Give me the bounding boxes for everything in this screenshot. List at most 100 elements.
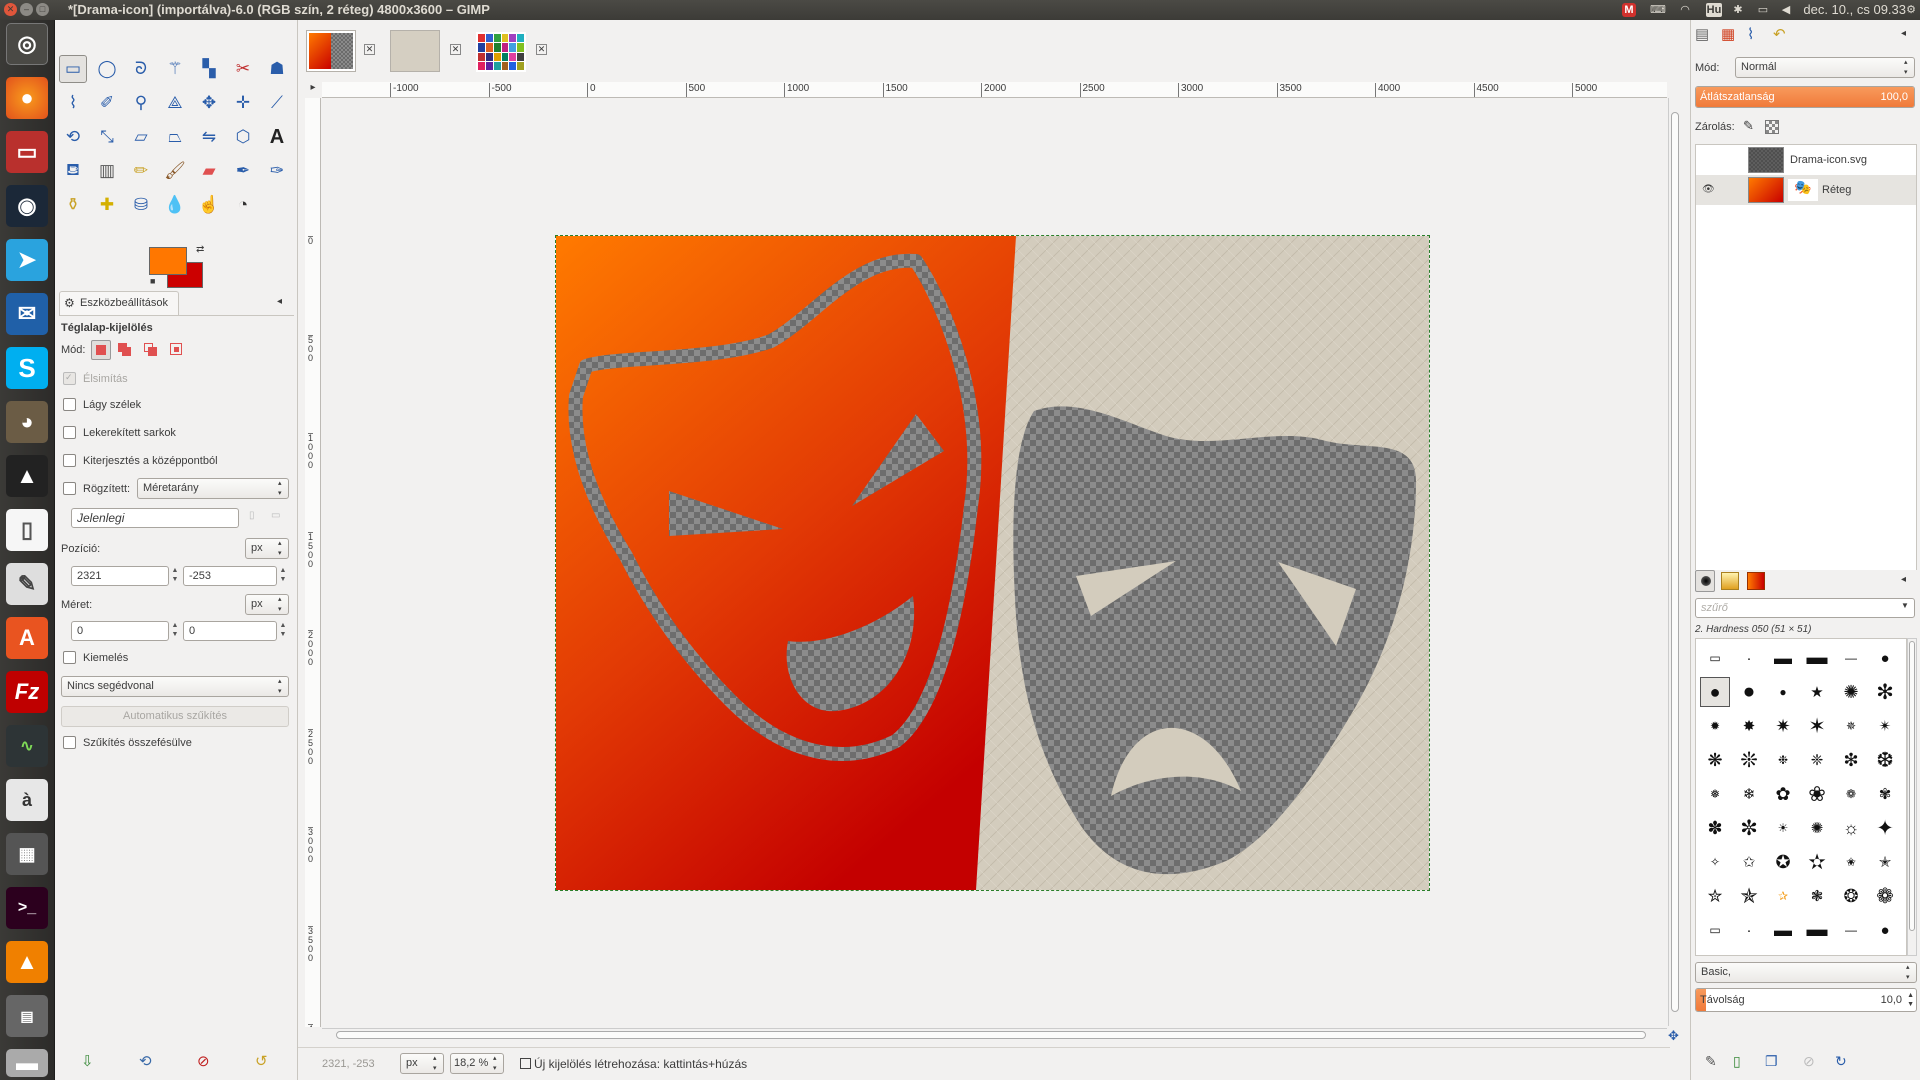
- visibility-eye-icon[interactable]: 👁: [1702, 184, 1715, 195]
- position-y-spinner[interactable]: ▲ ▼: [277, 566, 289, 586]
- fuzzy-select-tool-icon[interactable]: ⚚: [161, 55, 189, 83]
- tab-patterns-icon[interactable]: [1721, 572, 1739, 590]
- clone-tool-icon[interactable]: ⚱: [59, 191, 87, 219]
- brush-thumbnail[interactable]: —: [1836, 915, 1866, 945]
- tab-layers-icon[interactable]: ▤: [1695, 25, 1715, 45]
- close-tab-icon[interactable]: ✕: [450, 44, 461, 55]
- horizontal-ruler[interactable]: -1000 -500 0 500 1000 1500 2000 2500 3000 3500 400…: [322, 82, 1667, 98]
- paintbrush-tool-icon[interactable]: 🖌: [161, 157, 189, 185]
- brush-thumbnail[interactable]: ▬: [1802, 643, 1832, 673]
- size-unit-select[interactable]: px: [245, 594, 289, 615]
- minimize-window-icon[interactable]: –: [20, 3, 33, 16]
- layer-name[interactable]: Réteg: [1822, 184, 1851, 196]
- fixed-mode-select[interactable]: Méretarány: [137, 478, 289, 499]
- save-options-icon[interactable]: ⇩: [81, 1052, 94, 1070]
- brush-thumbnail[interactable]: ✶: [1802, 711, 1832, 741]
- landscape-icon[interactable]: ▭: [271, 510, 285, 526]
- mode-add-button[interactable]: [117, 342, 133, 358]
- brush-thumbnail[interactable]: ❃: [1802, 881, 1832, 911]
- brush-thumbnail[interactable]: ✻: [1870, 677, 1900, 707]
- brush-thumbnail[interactable]: ▬: [1768, 915, 1798, 945]
- brush-thumbnail[interactable]: ❄: [1734, 779, 1764, 809]
- layer-name[interactable]: Drama-icon.svg: [1790, 154, 1867, 166]
- brush-thumbnail[interactable]: ·: [1734, 643, 1764, 673]
- text-tool-icon[interactable]: A: [263, 123, 291, 151]
- battery-icon[interactable]: ▭: [1755, 3, 1771, 17]
- heal-tool-icon[interactable]: ✚: [93, 191, 121, 219]
- brush-thumbnail[interactable]: ❈: [1802, 745, 1832, 775]
- brush-thumbnail[interactable]: ●: [1734, 677, 1764, 707]
- rect-select-tool-icon[interactable]: ▭: [59, 55, 87, 83]
- layer-mode-select[interactable]: Normál: [1735, 57, 1915, 78]
- delete-options-icon[interactable]: ⊘: [197, 1052, 210, 1070]
- mode-intersect-button[interactable]: [169, 342, 185, 358]
- expand-center-checkbox[interactable]: [63, 454, 76, 467]
- reset-options-icon[interactable]: ↺: [255, 1052, 268, 1070]
- panel-menu-icon[interactable]: ◂: [277, 296, 282, 307]
- brush-thumbnail[interactable]: ✦: [1870, 813, 1900, 843]
- perspective-clone-tool-icon[interactable]: ⛁: [127, 191, 155, 219]
- scale-tool-icon[interactable]: ⤡: [93, 123, 121, 151]
- close-window-icon[interactable]: ✕: [4, 3, 17, 16]
- refresh-brushes-icon[interactable]: ↻: [1835, 1053, 1847, 1070]
- brush-thumbnail[interactable]: ☀: [1768, 813, 1798, 843]
- chevron-down-icon[interactable]: ▼: [1901, 601, 1909, 610]
- blur-tool-icon[interactable]: 💧: [161, 191, 189, 219]
- navigate-icon[interactable]: ✥: [1668, 1028, 1682, 1043]
- brush-thumbnail[interactable]: ✴: [1870, 711, 1900, 741]
- settings-gear-icon[interactable]: ⚙: [1904, 3, 1918, 17]
- text-document-icon[interactable]: ▯: [6, 509, 48, 551]
- mail-indicator-icon[interactable]: M: [1622, 3, 1636, 17]
- maximize-window-icon[interactable]: □: [36, 3, 49, 16]
- tab-undo-icon[interactable]: ↶: [1773, 25, 1793, 45]
- paths-tool-icon[interactable]: ⌇: [59, 89, 87, 117]
- brush-preset-select[interactable]: Basic,: [1695, 962, 1917, 983]
- vlc-icon[interactable]: ▲: [6, 941, 48, 983]
- tab-gradients-icon[interactable]: [1747, 572, 1765, 590]
- tab-tool-options[interactable]: ⚙ Eszközbeállítások: [59, 291, 179, 315]
- feather-checkbox[interactable]: [63, 398, 76, 411]
- brush-thumbnail[interactable]: ●: [1768, 677, 1798, 707]
- image-tab-drama-icon[interactable]: [306, 30, 356, 72]
- size-h-spinner[interactable]: ▲ ▼: [277, 621, 289, 641]
- brush-thumbnail[interactable]: ✪: [1768, 847, 1798, 877]
- quick-mask-corner-icon[interactable]: ▸: [306, 82, 320, 97]
- brush-thumbnail[interactable]: ✸: [1734, 711, 1764, 741]
- text-editor-icon[interactable]: ✎: [6, 563, 48, 605]
- crop-tool-icon[interactable]: ⟋: [263, 89, 291, 117]
- brush-thumbnail[interactable]: ✿: [1768, 779, 1798, 809]
- free-select-tool-icon[interactable]: ᘐ: [127, 55, 155, 83]
- brush-thumbnail[interactable]: ✧: [1700, 847, 1730, 877]
- terminal-icon[interactable]: >_: [6, 887, 48, 929]
- brush-thumbnail[interactable]: ☼: [1836, 813, 1866, 843]
- edit-brush-icon[interactable]: ✎: [1705, 1053, 1717, 1070]
- files-icon[interactable]: ▭: [6, 131, 48, 173]
- clock[interactable]: dec. 10., cs 09.33: [1796, 3, 1906, 17]
- fixed-value-field[interactable]: Jelenlegi: [71, 508, 239, 528]
- brush-thumbnail[interactable]: ❇: [1836, 745, 1866, 775]
- foreground-select-tool-icon[interactable]: ☗: [263, 55, 291, 83]
- brush-thumbnail[interactable]: ·: [1734, 915, 1764, 945]
- shrink-merged-checkbox[interactable]: [63, 736, 76, 749]
- thunderbird-icon[interactable]: ✉: [6, 293, 48, 335]
- brush-thumbnail[interactable]: ❁: [1836, 779, 1866, 809]
- layer-row-drama-icon[interactable]: Drama-icon.svg: [1696, 145, 1916, 175]
- brush-thumbnail[interactable]: ❋: [1700, 745, 1730, 775]
- telegram-icon[interactable]: ➤: [6, 239, 48, 281]
- swap-colors-icon[interactable]: ⇄: [196, 244, 204, 255]
- brush-thumbnail[interactable]: ❁: [1870, 881, 1900, 911]
- default-colors-icon[interactable]: ■: [150, 276, 155, 286]
- gimp-icon[interactable]: ◕: [6, 401, 48, 443]
- wifi-icon[interactable]: ◠: [1677, 3, 1693, 17]
- measure-tool-icon[interactable]: ⟁: [161, 89, 189, 117]
- ellipse-select-tool-icon[interactable]: ◯: [93, 55, 121, 83]
- position-y-field[interactable]: -253: [183, 566, 277, 586]
- brush-thumbnail[interactable]: ❂: [1836, 881, 1866, 911]
- restore-options-icon[interactable]: ⟲: [139, 1052, 152, 1070]
- brush-thumbnail[interactable]: ●: [1700, 677, 1730, 707]
- brushes-menu-icon[interactable]: ◂: [1901, 574, 1906, 585]
- bluetooth-icon[interactable]: ✱: [1730, 3, 1746, 17]
- smudge-tool-icon[interactable]: ☝: [195, 191, 223, 219]
- horizontal-scrollbar[interactable]: [322, 1028, 1667, 1040]
- brush-thumbnail[interactable]: ✩: [1734, 847, 1764, 877]
